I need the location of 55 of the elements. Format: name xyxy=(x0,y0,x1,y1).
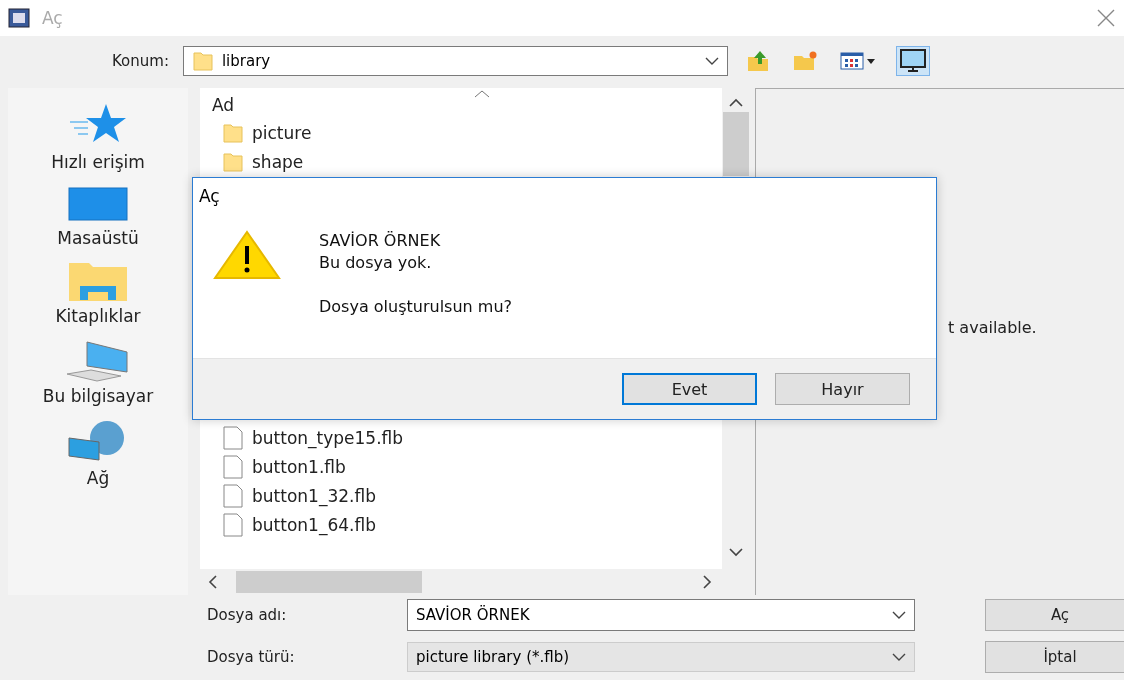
file-icon xyxy=(222,454,244,479)
message-box-title: Aç xyxy=(198,185,221,208)
file-list-item[interactable]: shape xyxy=(212,147,722,176)
file-icon xyxy=(222,512,244,537)
file-icon xyxy=(222,483,244,508)
file-list-item[interactable]: button_type15.flb xyxy=(212,423,722,452)
message-text: Bu dosya yok. xyxy=(319,252,433,274)
field-label: Dosya türü: xyxy=(207,648,296,666)
dialog-button[interactable]: İptal xyxy=(985,641,1124,673)
question-text: Dosya oluşturulsun mu? xyxy=(319,296,512,318)
file-list-item[interactable]: button1_64.flb xyxy=(212,510,722,539)
scroll-up-icon[interactable] xyxy=(729,98,743,108)
chevron-down-icon xyxy=(704,57,719,65)
location-dropdown[interactable]: library xyxy=(182,46,728,76)
folder-up-icon xyxy=(745,49,770,73)
places-item[interactable]: Bu bilgisayar xyxy=(18,340,178,406)
places-item[interactable]: Kitaplıklar xyxy=(18,262,178,326)
chevron-down-icon xyxy=(892,653,906,661)
file-icon xyxy=(222,425,244,450)
monitor-icon xyxy=(899,49,926,73)
places-item[interactable]: Hızlı erişim xyxy=(18,102,178,172)
folder-icon xyxy=(222,150,244,173)
scrollbar-thumb[interactable] xyxy=(723,112,749,176)
file-field[interactable]: SAVİOR ÖRNEK xyxy=(407,599,915,631)
close-icon[interactable] xyxy=(1096,8,1116,28)
places-item[interactable]: Masaüstü xyxy=(18,186,178,248)
scroll-right-icon[interactable] xyxy=(702,575,712,589)
file-list-item[interactable]: picture xyxy=(212,118,722,147)
places-item[interactable]: Ağ xyxy=(18,420,178,488)
file-list-item[interactable]: button1.flb xyxy=(212,452,722,481)
scrollbar-thumb[interactable] xyxy=(236,571,422,593)
message-box-button[interactable]: Hayır xyxy=(775,373,910,405)
window-title: Aç xyxy=(42,8,64,28)
computer-icon xyxy=(65,340,131,382)
sort-caret-icon xyxy=(474,90,490,98)
message-text: SAVİOR ÖRNEK xyxy=(319,230,442,252)
toolbar-button[interactable] xyxy=(895,46,930,76)
message-box-button[interactable]: Evet xyxy=(622,373,757,405)
warning-icon xyxy=(213,230,281,280)
desktop-icon xyxy=(68,186,128,224)
library-folder-icon xyxy=(68,262,128,302)
location-label: Konum: xyxy=(112,52,169,70)
new-folder-icon xyxy=(791,50,818,72)
file-list-item[interactable]: button1_32.flb xyxy=(212,481,722,510)
preview-message: t available. xyxy=(948,317,1037,337)
scroll-left-icon[interactable] xyxy=(208,575,218,589)
folder-icon xyxy=(222,121,244,144)
view-menu-icon xyxy=(839,51,878,71)
column-header[interactable]: Ad xyxy=(212,95,235,115)
field-label: Dosya adı: xyxy=(207,606,288,624)
chevron-down-icon xyxy=(892,611,906,619)
dialog-button[interactable]: Aç xyxy=(985,599,1124,631)
app-icon xyxy=(8,8,30,28)
folder-icon xyxy=(191,50,214,72)
scroll-down-icon[interactable] xyxy=(729,547,743,557)
